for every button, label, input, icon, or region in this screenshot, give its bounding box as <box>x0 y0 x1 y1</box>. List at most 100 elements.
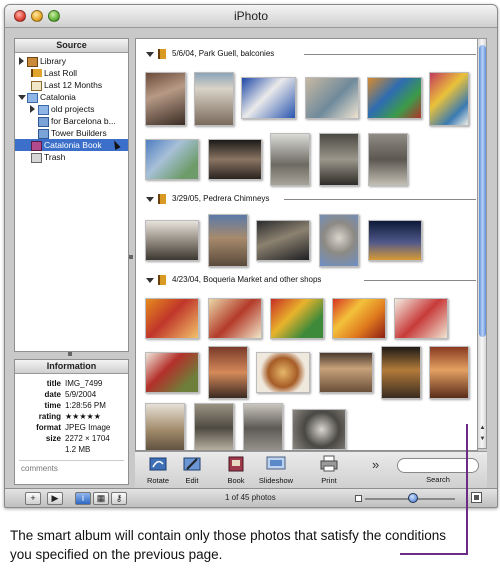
disclosure-triangle-icon[interactable] <box>146 197 154 202</box>
bottom-bar: + ▶ i ▦ ⚷ 1 of 45 photos <box>5 488 497 507</box>
photo-thumbnail[interactable] <box>208 346 248 399</box>
roll-divider <box>304 54 476 55</box>
photo-thumbnail[interactable] <box>305 77 359 119</box>
roll-divider <box>364 280 476 281</box>
photo-thumbnail[interactable] <box>256 352 310 393</box>
scroll-up-arrow-icon[interactable]: ▲ <box>479 424 486 432</box>
info-row-rating[interactable]: rating ★★★★★ <box>15 411 128 422</box>
photo-thumbnail[interactable] <box>270 133 310 186</box>
slideshow-label: Slideshow <box>258 476 294 485</box>
edit-label: Edit <box>185 476 199 485</box>
disclosure-triangle-icon[interactable] <box>30 105 35 113</box>
photo-thumbnail[interactable] <box>145 139 199 180</box>
source-item-last-roll[interactable]: Last Roll <box>15 67 128 79</box>
roll-header[interactable]: 3/29/05, Pedrera Chimneys <box>146 193 476 205</box>
photo-thumbnail[interactable] <box>381 346 421 399</box>
photo-thumbnail[interactable] <box>368 133 408 186</box>
photo-thumbnail[interactable] <box>256 220 310 261</box>
splitter-handle[interactable] <box>129 255 133 259</box>
more-tools-icon[interactable]: » <box>372 457 379 472</box>
photo-thumbnail[interactable] <box>145 298 199 339</box>
info-value: JPEG Image <box>65 423 111 432</box>
source-item-library[interactable]: Library <box>15 55 128 67</box>
rating-stars[interactable]: ★★★★★ <box>65 411 101 422</box>
slideshow-button[interactable]: Slideshow <box>256 455 296 488</box>
library-icon <box>27 57 38 67</box>
disclosure-triangle-icon[interactable] <box>146 278 154 283</box>
toolbar: Rotate Edit Book Slideshow Print » Searc… <box>135 451 487 489</box>
photo-thumbnail[interactable] <box>394 298 448 339</box>
calendar-button[interactable]: ▦ <box>93 492 109 505</box>
book-button[interactable]: Book <box>223 455 249 488</box>
rotate-button[interactable]: Rotate <box>143 455 173 488</box>
album-icon <box>38 117 49 127</box>
scrollbar-thumb[interactable] <box>479 45 486 337</box>
photo-thumbnail[interactable] <box>243 403 283 450</box>
scroll-down-arrow-icon[interactable]: ▼ <box>479 435 486 443</box>
disclosure-triangle-icon[interactable] <box>146 52 154 57</box>
rotate-label: Rotate <box>146 476 170 485</box>
photo-thumbnail[interactable] <box>241 77 296 119</box>
source-item-label: Catalonia <box>40 92 76 102</box>
window-title: iPhoto <box>233 9 269 23</box>
print-button[interactable]: Print <box>316 455 342 488</box>
info-row-filesize: 1.2 MB <box>15 444 128 455</box>
photo-thumbnail[interactable] <box>194 403 234 450</box>
info-value: 5/9/2004 <box>65 390 97 399</box>
title-bar[interactable]: iPhoto <box>5 5 497 28</box>
source-item-for-barcelona[interactable]: for Barcelona b... <box>15 115 128 127</box>
info-value: IMG_7499 <box>65 379 103 388</box>
roll-title: 4/23/04, Boqueria Market and other shops <box>172 275 322 284</box>
keywords-button[interactable]: ⚷ <box>111 492 127 505</box>
zoom-slider-knob[interactable] <box>408 493 418 503</box>
photo-thumbnail[interactable] <box>145 220 199 261</box>
photo-thumbnail[interactable] <box>319 352 373 393</box>
comments-field[interactable]: comments <box>21 464 58 473</box>
roll-header[interactable]: 5/6/04, Park Guell, balconies <box>146 48 476 60</box>
divider <box>19 460 124 461</box>
source-item-trash[interactable]: Trash <box>15 151 128 163</box>
add-album-button[interactable]: + <box>25 492 41 505</box>
photo-thumbnail[interactable] <box>145 352 199 393</box>
photo-thumbnail[interactable] <box>194 72 234 126</box>
roll-header[interactable]: 4/23/04, Boqueria Market and other shops <box>146 274 476 286</box>
calendar-icon: ▦ <box>96 493 106 503</box>
book-label: Book <box>227 476 245 485</box>
photo-thumbnail[interactable] <box>208 139 262 180</box>
source-item-last-12-months[interactable]: Last 12 Months <box>15 79 128 91</box>
print-icon <box>320 455 338 472</box>
source-item-label: Catalonia Book <box>44 140 102 150</box>
zoom-large-icon <box>471 492 482 503</box>
photo-thumbnail[interactable] <box>368 220 422 261</box>
photo-thumbnail[interactable] <box>332 298 386 339</box>
film-roll-icon <box>158 49 166 59</box>
photo-thumbnail[interactable] <box>319 133 359 186</box>
edit-button[interactable]: Edit <box>179 455 205 488</box>
source-item-tower-builders[interactable]: Tower Builders <box>15 127 128 139</box>
source-item-old-projects[interactable]: old projects <box>15 103 128 115</box>
info-button[interactable]: i <box>75 492 91 505</box>
book-icon <box>228 456 244 472</box>
key-icon: ⚷ <box>115 493 123 503</box>
photo-thumbnail[interactable] <box>145 72 186 126</box>
photo-thumbnail[interactable] <box>292 409 346 450</box>
film-roll-icon <box>158 194 166 204</box>
photo-thumbnail[interactable] <box>367 77 422 119</box>
info-key: date <box>44 390 61 399</box>
photo-thumbnail[interactable] <box>208 298 262 339</box>
roll-divider <box>284 199 476 200</box>
disclosure-triangle-icon[interactable] <box>19 57 24 65</box>
source-item-catalonia-book[interactable]: Catalonia Book <box>15 139 128 151</box>
splitter-handle[interactable] <box>68 352 72 356</box>
iphoto-window: iPhoto Source Library Last Roll Last 12 … <box>4 4 498 508</box>
vertical-scrollbar[interactable]: ▲ ▼ <box>477 38 487 449</box>
photo-thumbnail[interactable] <box>429 346 469 399</box>
photo-thumbnail[interactable] <box>429 72 469 126</box>
photo-thumbnail[interactable] <box>270 298 324 339</box>
play-slideshow-button[interactable]: ▶ <box>47 492 63 505</box>
photo-thumbnail[interactable] <box>208 214 248 267</box>
photo-thumbnail[interactable] <box>319 214 359 267</box>
disclosure-triangle-icon[interactable] <box>18 95 26 100</box>
photo-thumbnail[interactable] <box>145 403 185 450</box>
source-item-catalonia[interactable]: Catalonia <box>15 91 128 103</box>
